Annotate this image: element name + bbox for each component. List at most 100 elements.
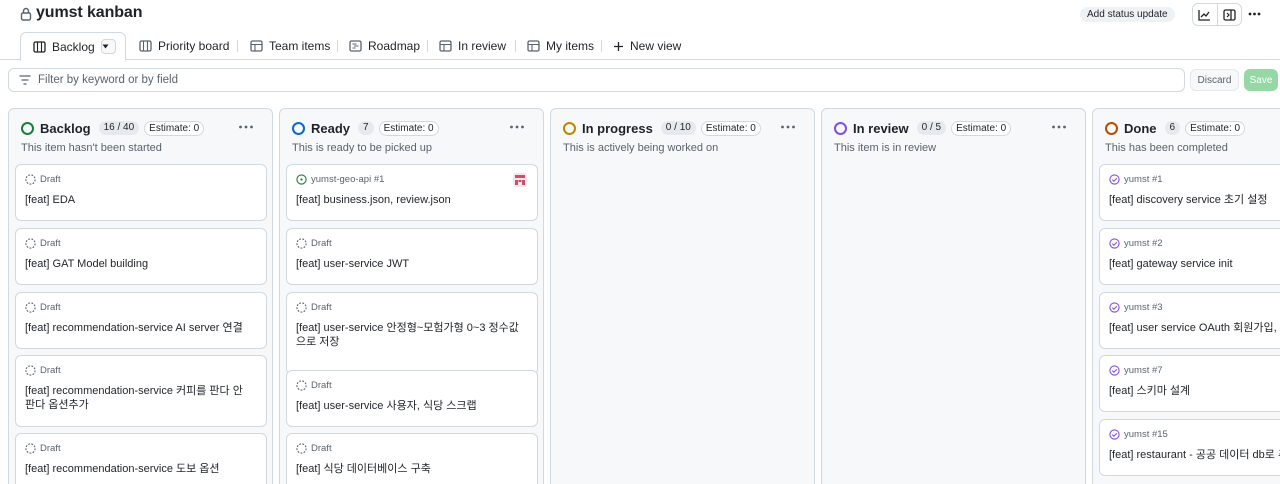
column-description: This is actively being worked on [563,142,719,154]
card-title[interactable]: [feat] 스키마 설계 [1109,384,1280,398]
card-meta: yumst #15 [1109,429,1168,440]
table-icon [527,40,540,52]
discard-button[interactable]: Discard [1190,69,1239,91]
tab-my-items[interactable]: My items [527,32,594,60]
card-meta: Draft [25,365,61,376]
column-header: Done 6 Estimate: 0 [1105,119,1280,137]
tab-label: In review [458,39,507,53]
card-title[interactable]: [feat] EDA [25,193,252,207]
item-card[interactable]: yumst-geo-api #1 [feat] business.json, re… [286,164,538,221]
card-meta: yumst #3 [1109,302,1163,313]
card-title[interactable]: [feat] user-service JWT [296,257,523,271]
tab-backlog[interactable]: Backlog [20,32,126,61]
card-title[interactable]: [feat] discovery service 초기 설정 [1109,193,1280,207]
item-card[interactable]: Draft [feat] EDA [15,164,267,221]
card-title[interactable]: [feat] user-service 사용자, 식당 스크랩 [296,399,523,413]
add-status-update-button[interactable]: Add status update [1080,7,1175,22]
filter-input[interactable]: Filter by keyword or by field [8,68,1185,92]
card-title[interactable]: [feat] GAT Model building [25,257,252,271]
tab-label: Backlog [52,39,95,54]
tab-roadmap[interactable]: Roadmap [349,32,420,60]
column-count-badge: 7 [358,121,374,135]
card-title[interactable]: [feat] recommendation-service 도보 옵션 [25,462,252,476]
item-card[interactable]: Draft [feat] GAT Model building [15,228,267,285]
item-card[interactable]: Draft [feat] recommendation-service 도보 옵션 [15,433,267,484]
item-card[interactable]: Draft [feat] user-service 사용자, 식당 스크랩 [286,370,538,427]
card-title[interactable]: [feat] recommendation-service 커피를 판다 안판다… [25,384,252,412]
column-ready: Ready 7 Estimate: 0 This is ready to be pic… [279,108,544,484]
item-card[interactable]: Draft [feat] recommendation-service AI se… [15,292,267,349]
sidebar-toggle-button[interactable] [1216,4,1241,25]
issue-closed-icon [1109,302,1120,313]
save-button[interactable]: Save [1244,69,1278,91]
card-title[interactable]: [feat] user-service 안정형~모험가형 0~3 정수값으로 저… [296,321,523,349]
column-count-badge: 0 / 10 [660,121,696,135]
tab-in-review[interactable]: In review [439,32,506,60]
column-in-review: In review 0 / 5 Estimate: 0 This item is in… [821,108,1086,484]
item-card[interactable]: yumst #7 [feat] 스키마 설계 [1099,355,1280,412]
card-meta-label: yumst #3 [1124,302,1163,313]
table-icon [250,40,263,52]
kebab-horizontal-icon[interactable] [509,121,525,133]
column-count-badge: 6 [1164,121,1181,135]
item-card[interactable]: Draft [feat] user-service JWT [286,228,538,285]
kebab-horizontal-icon[interactable] [1051,121,1067,133]
card-title[interactable]: [feat] recommendation-service AI server … [25,321,252,335]
item-card[interactable]: Draft [feat] 식당 데이터베이스 구축 [286,433,538,484]
tab-divider [515,40,516,52]
insights-button[interactable] [1193,4,1217,25]
tab-label: My items [546,39,594,53]
draft-issue-icon [296,302,307,313]
card-meta-label: yumst #7 [1124,365,1163,376]
status-circle-icon [563,121,576,135]
tab-team-items[interactable]: Team items [250,32,330,60]
tab-options-dropdown[interactable] [101,39,116,54]
card-meta-label: Draft [40,302,61,313]
column-done: Done 6 Estimate: 0 This has been completed y… [1092,108,1280,484]
card-meta-label: Draft [40,443,61,454]
column-estimate-badge: Estimate: 0 [700,120,761,136]
card-meta-label: yumst #1 [1124,174,1163,185]
card-meta-label: yumst #2 [1124,238,1163,249]
filter-icon [19,75,31,85]
kebab-horizontal-icon[interactable] [780,121,796,133]
draft-issue-icon [296,443,307,454]
card-meta: Draft [296,302,332,313]
issue-opened-icon [296,174,307,185]
assignee-avatar[interactable] [513,173,527,187]
card-title[interactable]: [feat] user service OAuth 회원가입, 로그인 [1109,321,1280,335]
card-meta-label: Draft [311,443,332,454]
item-card[interactable]: Draft [feat] recommendation-service 커피를 판… [15,355,267,427]
kebab-horizontal-icon[interactable] [238,121,254,133]
more-options-button[interactable] [1243,3,1265,24]
draft-issue-icon [296,238,307,249]
draft-issue-icon [296,380,307,391]
issue-closed-icon [1109,238,1120,249]
column-backlog: Backlog 16 / 40 Estimate: 0 This item hasn'… [8,108,273,484]
draft-issue-icon [25,443,36,454]
card-meta: yumst #1 [1109,174,1163,185]
item-card[interactable]: yumst #2 [feat] gateway service init [1099,228,1280,285]
card-title[interactable]: [feat] gateway service init [1109,257,1280,271]
item-card[interactable]: Draft [feat] user-service 안정형~모험가형 0~3 정수… [286,292,538,375]
card-meta: Draft [25,443,61,454]
kanban-board: Backlog 16 / 40 Estimate: 0 This item hasn'… [0,100,1280,484]
card-title[interactable]: [feat] 식당 데이터베이스 구축 [296,462,523,476]
project-header: yumst kanban Add status update [0,0,1280,30]
card-meta: Draft [25,302,61,313]
card-meta-label: Draft [40,365,61,376]
item-card[interactable]: yumst #3 [feat] user service OAuth 회원가입, … [1099,292,1280,349]
card-title[interactable]: [feat] restaurant - 공공 데이터 db로 추출 [1109,448,1280,462]
card-meta: Draft [296,380,332,391]
item-card[interactable]: yumst #1 [feat] discovery service 초기 설정 [1099,164,1280,221]
tab-priority-board[interactable]: Priority board [139,32,229,60]
graph-icon [1198,9,1211,21]
draft-issue-icon [25,302,36,313]
card-meta: yumst #7 [1109,365,1163,376]
column-count-badge: 0 / 5 [916,121,947,135]
tab-label: Team items [269,39,331,53]
new-view-button[interactable]: New view [613,32,681,60]
item-card[interactable]: yumst #15 [feat] restaurant - 공공 데이터 db로 … [1099,419,1280,476]
card-meta-label: Draft [40,238,61,249]
card-title[interactable]: [feat] business.json, review.json [296,193,523,207]
